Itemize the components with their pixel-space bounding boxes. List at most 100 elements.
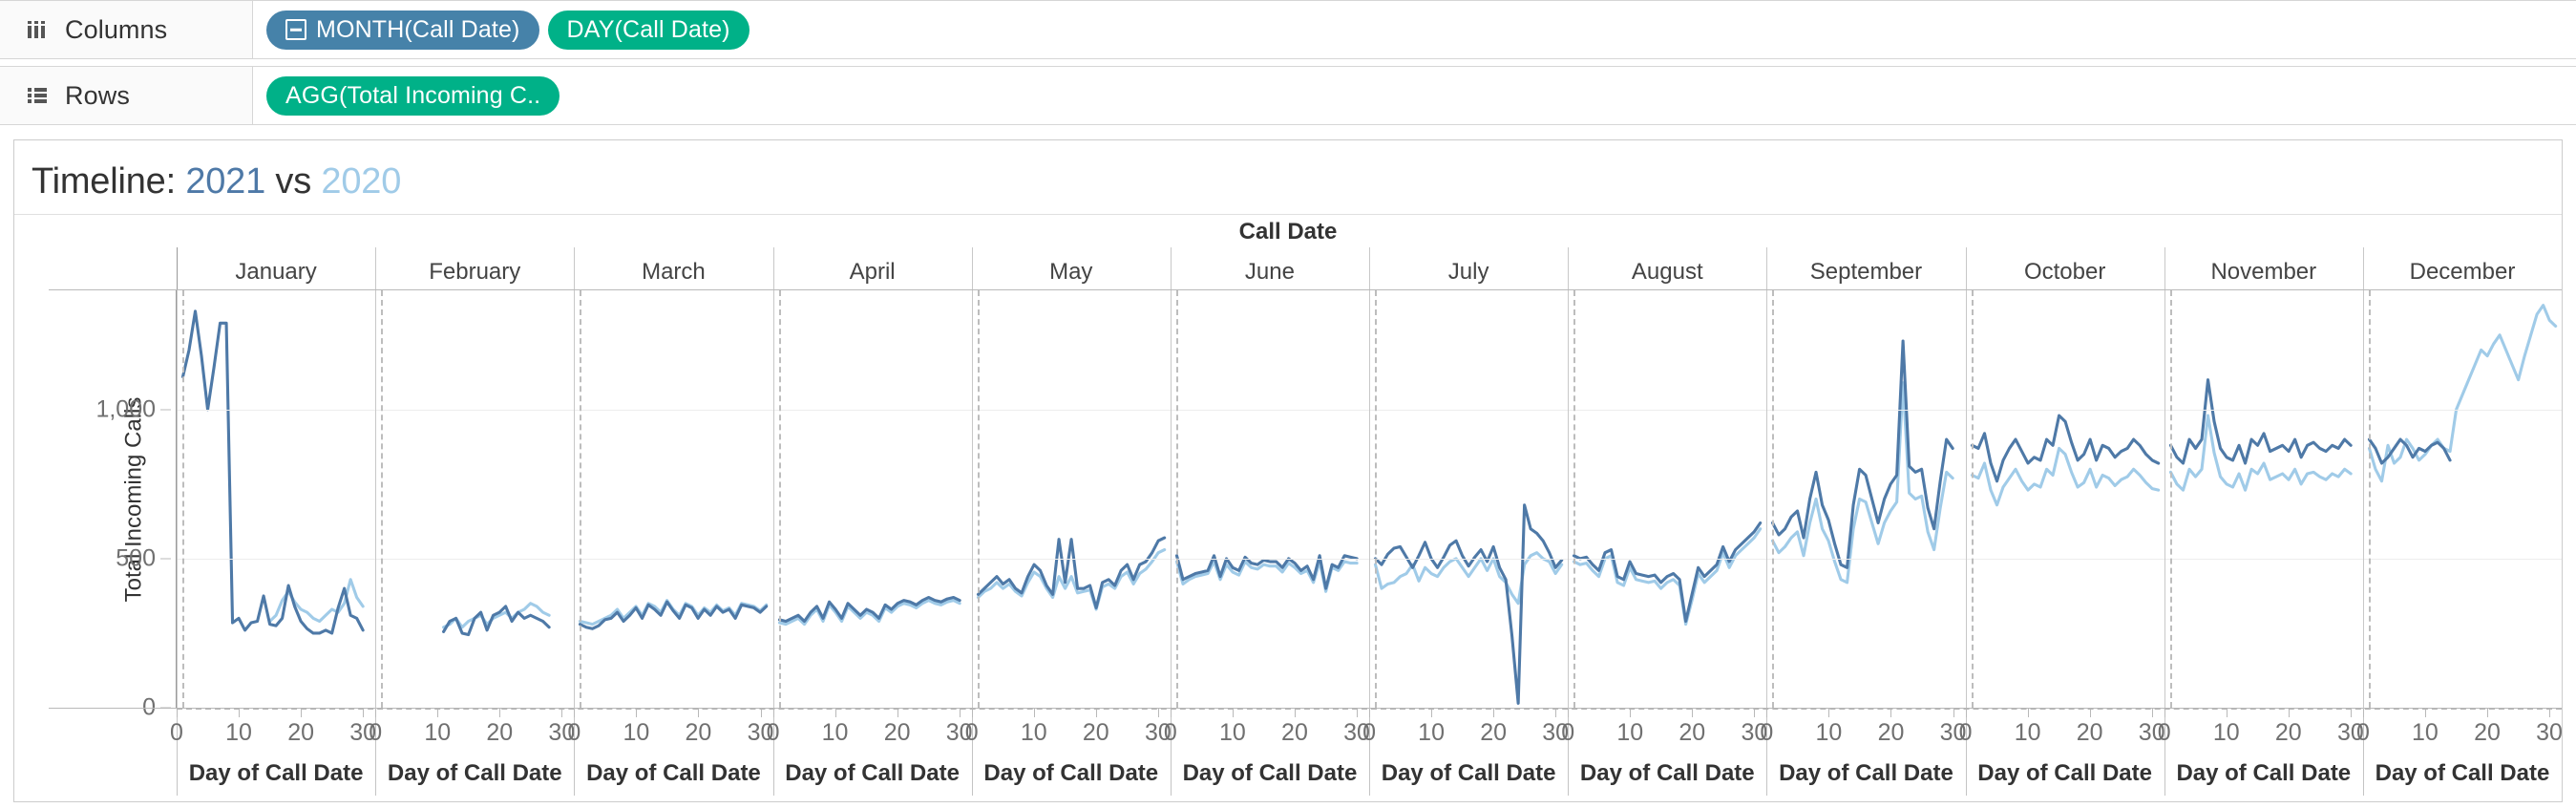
- title-separator: vs: [265, 161, 322, 202]
- x-tick-mark: [2350, 709, 2352, 717]
- month-header-april[interactable]: April: [772, 247, 972, 289]
- x-axis-panel-november: 0 10 20 30 Day of Call Date: [2158, 708, 2364, 803]
- page-title: Timeline: 2021 vs 2020: [14, 140, 2562, 214]
- x-tick-label-0: 0: [2157, 719, 2171, 746]
- shelf-area: Columns MONTH(Call Date) DAY(Call Date): [0, 0, 2576, 125]
- panel-left-dash: [580, 290, 582, 708]
- x-axis-panel-august: 0 10 20 30 Day of Call Date: [1561, 708, 1767, 803]
- month-header-september[interactable]: September: [1766, 247, 1965, 289]
- columns-shelf[interactable]: Columns MONTH(Call Date) DAY(Call Date): [0, 0, 2576, 59]
- month-header-july[interactable]: July: [1369, 247, 1568, 289]
- pill-day-call-date-label: DAY(Call Date): [566, 15, 730, 43]
- x-axis-panel-title: Day of Call Date: [2176, 760, 2352, 786]
- x-axis-panel-title: Day of Call Date: [1779, 760, 1953, 786]
- columns-shelf-label: Columns: [0, 1, 253, 58]
- x-tick-mark: [177, 709, 178, 717]
- chart-panel-february[interactable]: [375, 290, 574, 708]
- panel-left-dash: [2169, 290, 2172, 708]
- panel-plot: [2363, 290, 2562, 708]
- x-axis-panel-title: Day of Call Date: [1182, 760, 1358, 786]
- viz-card: Timeline: 2021 vs 2020 Call Date January…: [13, 139, 2563, 802]
- chart-panel-september[interactable]: [1766, 290, 1965, 708]
- x-tick-label-10: 10: [1418, 719, 1445, 746]
- series-line-2021: [1773, 341, 1953, 567]
- rows-shelf-label: Rows: [0, 67, 253, 124]
- x-tick-mark: [1294, 709, 1296, 717]
- chart-panel-may[interactable]: [971, 290, 1171, 708]
- panel-plot: [1171, 290, 1369, 708]
- x-tick-mark: [2288, 709, 2290, 717]
- chart-panel-january[interactable]: [177, 290, 375, 708]
- x-axis-panel-july: 0 10 20 30 Day of Call Date: [1362, 708, 1569, 803]
- x-tick-mark: [636, 709, 638, 717]
- panel-plot: [574, 290, 772, 708]
- x-tick-mark: [1170, 709, 1172, 717]
- x-tick-mark: [2027, 709, 2029, 717]
- chart-panel-march[interactable]: [574, 290, 772, 708]
- x-tick-mark: [971, 709, 973, 717]
- chart-panel-july[interactable]: [1369, 290, 1568, 708]
- x-tick-label-10: 10: [2412, 719, 2439, 746]
- x-tick-mark: [1568, 709, 1570, 717]
- x-tick-mark: [1766, 709, 1768, 717]
- title-year-previous: 2020: [321, 161, 402, 202]
- panel-plot: [1568, 290, 1766, 708]
- month-header-october[interactable]: October: [1965, 247, 2164, 289]
- columns-label-text: Columns: [65, 14, 168, 44]
- collapse-minus-icon[interactable]: [285, 19, 306, 40]
- pill-month-call-date[interactable]: MONTH(Call Date): [266, 10, 539, 50]
- series-line-2021: [1376, 505, 1562, 704]
- title-year-current: 2021: [185, 161, 266, 202]
- x-tick-mark: [1754, 709, 1756, 717]
- panel-left-dash: [2368, 290, 2371, 708]
- x-tick-mark: [1828, 709, 1830, 717]
- x-tick-label-0: 0: [1362, 719, 1376, 746]
- series-line-2021: [779, 598, 960, 622]
- chart-panel-december[interactable]: [2362, 290, 2562, 708]
- x-tick-mark: [1953, 709, 1954, 717]
- column-field-title-text: Call Date: [1238, 219, 1338, 245]
- month-header-january[interactable]: January: [177, 247, 375, 289]
- x-axis-panel-title: Day of Call Date: [188, 760, 364, 786]
- series-line-2021: [183, 311, 364, 633]
- x-tick-label-0: 0: [964, 719, 979, 746]
- plot-row: Total Incoming Calls 0 500 1,000: [14, 290, 2562, 721]
- month-header-march[interactable]: March: [574, 247, 772, 289]
- rows-shelf-content[interactable]: AGG(Total Incoming C..: [253, 67, 2576, 124]
- month-header-december[interactable]: December: [2362, 247, 2562, 289]
- month-header-june[interactable]: June: [1170, 247, 1369, 289]
- columns-shelf-content[interactable]: MONTH(Call Date) DAY(Call Date): [253, 1, 2576, 58]
- chart-area: Call Date January February March April May Ju…: [14, 215, 2563, 803]
- series-line-2021: [1176, 556, 1357, 588]
- x-axis-panel-title: Day of Call Date: [1381, 760, 1556, 786]
- chart-panel-november[interactable]: [2164, 290, 2363, 708]
- month-header-label: January: [235, 259, 317, 285]
- tableau-worksheet: Columns MONTH(Call Date) DAY(Call Date): [0, 0, 2576, 808]
- x-tick-mark: [375, 709, 377, 717]
- panel-left-dash: [1375, 290, 1378, 708]
- x-tick-mark: [1232, 709, 1234, 717]
- panel-plot: [177, 290, 375, 708]
- pill-agg-total-incoming-calls[interactable]: AGG(Total Incoming C..: [266, 75, 560, 116]
- month-header-february[interactable]: February: [375, 247, 574, 289]
- x-tick-label-10: 10: [821, 719, 849, 746]
- x-tick-mark: [1357, 709, 1359, 717]
- panel-plot: [375, 290, 574, 708]
- panel-plot: [773, 290, 972, 708]
- x-tick-mark: [772, 709, 774, 717]
- x-tick-label-10: 10: [1616, 719, 1644, 746]
- chart-panel-june[interactable]: [1170, 290, 1369, 708]
- pill-day-call-date[interactable]: DAY(Call Date): [547, 10, 750, 50]
- chart-panel-october[interactable]: [1965, 290, 2164, 708]
- x-tick-mark: [2424, 709, 2426, 717]
- chart-panel-august[interactable]: [1568, 290, 1766, 708]
- series-line-2020: [978, 550, 1164, 609]
- month-header-august[interactable]: August: [1568, 247, 1766, 289]
- x-axis-panel-april: 0 10 20 30 Day of Call Date: [767, 708, 973, 803]
- x-tick-mark: [1630, 709, 1632, 717]
- chart-panel-april[interactable]: [772, 290, 972, 708]
- x-tick-mark: [574, 709, 576, 717]
- month-header-november[interactable]: November: [2164, 247, 2363, 289]
- month-header-may[interactable]: May: [971, 247, 1171, 289]
- rows-shelf[interactable]: Rows AGG(Total Incoming C..: [0, 66, 2576, 125]
